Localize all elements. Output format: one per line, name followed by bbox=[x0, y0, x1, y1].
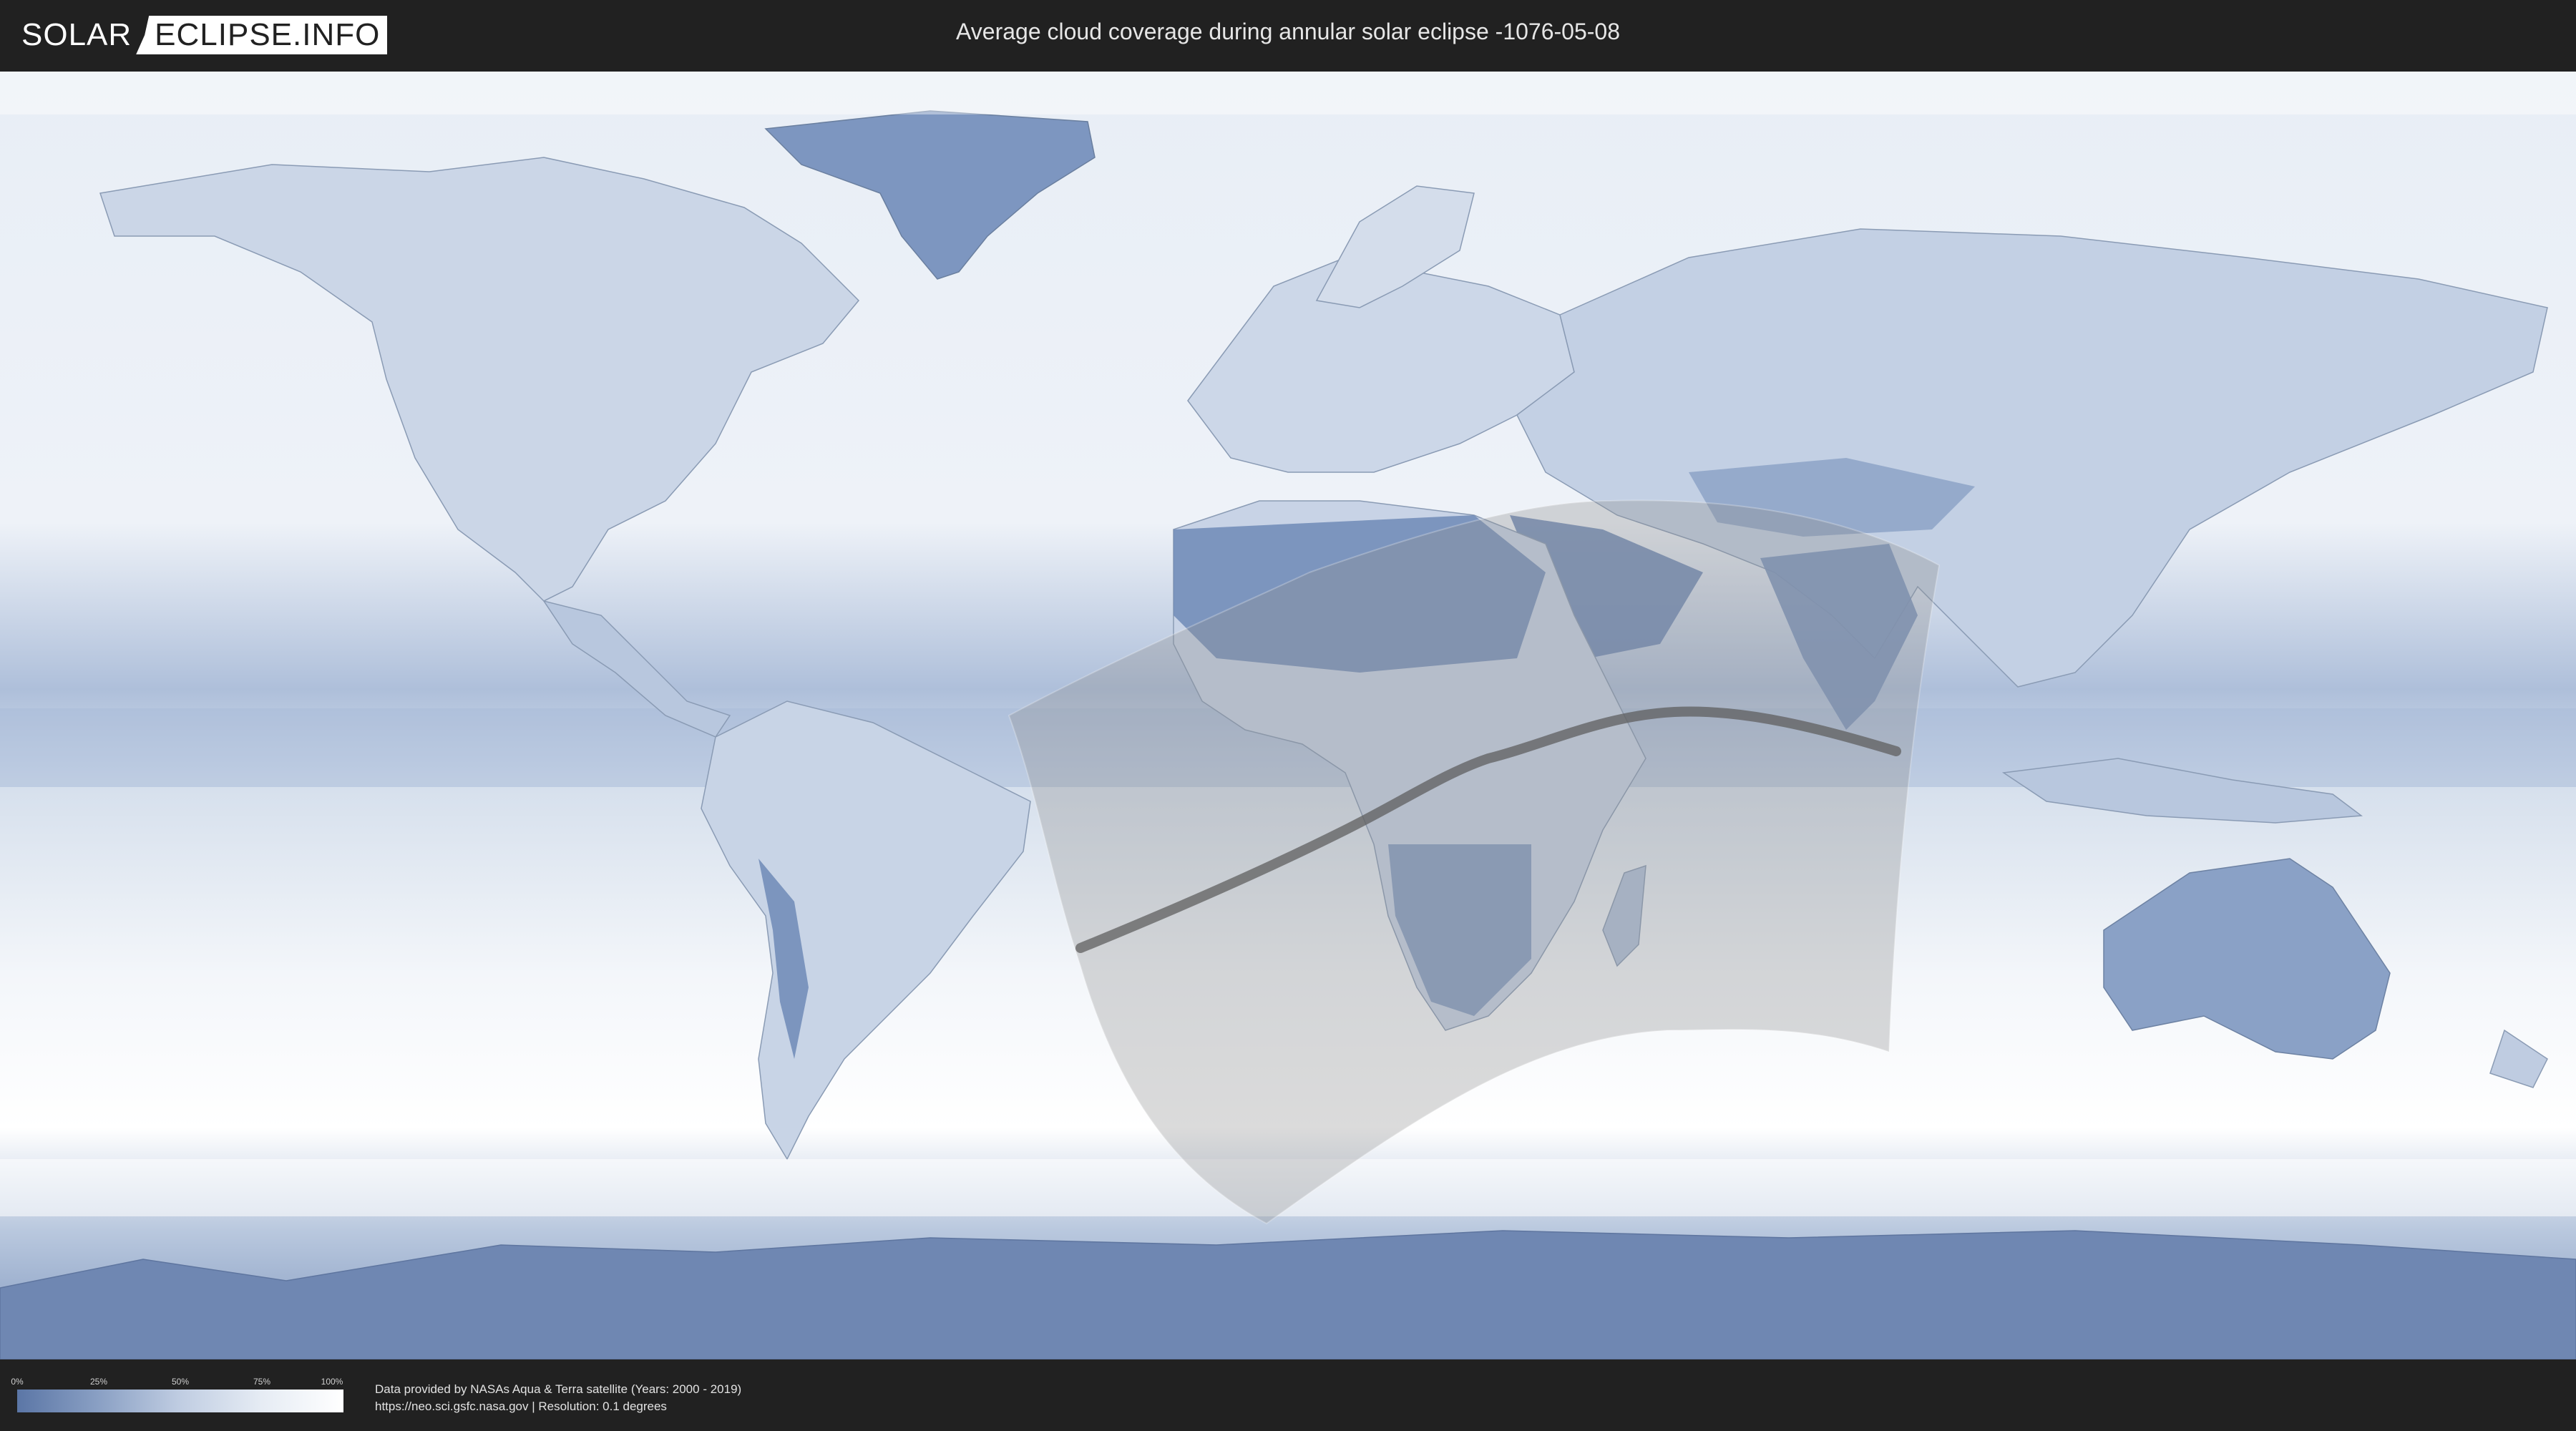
legend-tick: 0% bbox=[11, 1377, 24, 1387]
page-title: Average cloud coverage during annular so… bbox=[956, 19, 1620, 44]
legend-ticks: 0% 25% 50% 75% 100% bbox=[11, 1377, 343, 1388]
legend-tick: 100% bbox=[321, 1377, 343, 1387]
cloud-coverage-map[interactable] bbox=[0, 72, 2576, 1359]
data-source-line: Data provided by NASAs Aqua & Terra sate… bbox=[375, 1382, 742, 1396]
arctic-cloud-band bbox=[0, 72, 2576, 114]
data-source-text: Data provided by NASAs Aqua & Terra sate… bbox=[375, 1381, 741, 1415]
legend-tick: 75% bbox=[253, 1377, 271, 1387]
resolution-line: https://neo.sci.gsfc.nasa.gov | Resoluti… bbox=[375, 1400, 667, 1413]
header: SOLAR ECLIPSE.INFO Average cloud coverag… bbox=[0, 0, 2576, 72]
map-canvas bbox=[0, 72, 2576, 1359]
legend-tick: 50% bbox=[171, 1377, 190, 1387]
legend-tick: 25% bbox=[89, 1377, 108, 1387]
footer: 0% 25% 50% 75% 100% Data provided by NAS… bbox=[0, 1359, 2576, 1431]
cloud-coverage-legend-bar bbox=[17, 1390, 343, 1412]
